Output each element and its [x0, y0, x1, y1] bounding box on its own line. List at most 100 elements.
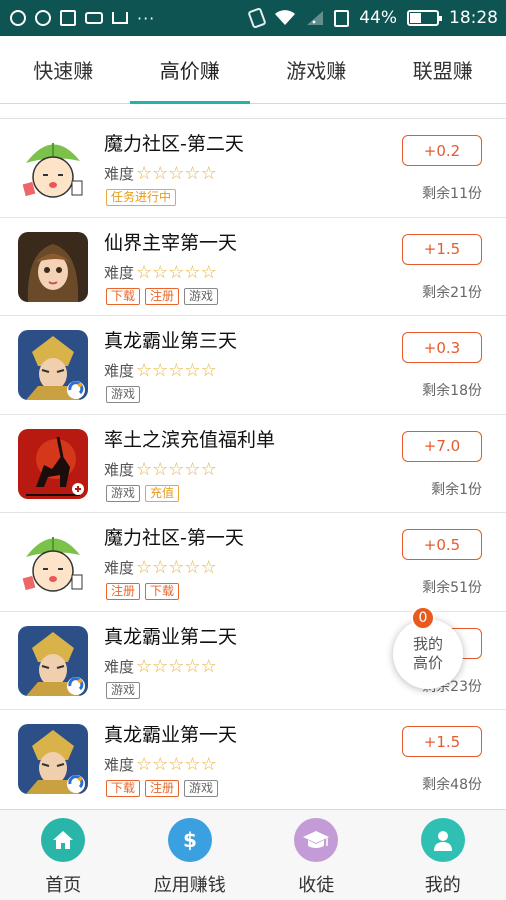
task-title: 魔力社区-第二天 [104, 133, 244, 155]
task-tags: 游戏 [106, 681, 141, 699]
floating-count-badge: 0 [411, 606, 435, 630]
bottom-nav: 首页 $ 应用赚钱 收徒 我的 [0, 809, 506, 900]
girl-portrait-icon [18, 231, 88, 302]
difficulty-stars-icon: ☆☆☆☆☆ [136, 458, 217, 480]
difficulty-row: 难度 ☆☆☆☆☆ [104, 262, 217, 283]
warrior-icon [18, 625, 88, 696]
remaining-count: 剩余51份 [422, 580, 482, 596]
nav-apprentice[interactable]: 收徒 [253, 810, 380, 900]
notification-icons: ··· [10, 9, 155, 28]
task-tags: 游戏 [106, 386, 141, 403]
task-tag: 充值 [145, 484, 180, 502]
task-list-item[interactable]: 魔力社区-第一天 难度 ☆☆☆☆☆ 注册 下载 +0.5 剩余51份 [0, 513, 506, 612]
task-title: 仙界主宰第一天 [104, 231, 238, 254]
task-list-item[interactable]: 仙界主宰第一天 难度 ☆☆☆☆☆ 下载 注册 游戏 +1.5 剩余21份 [0, 217, 506, 316]
clock: 18:28 [449, 8, 498, 28]
task-list-item[interactable]: 率土之滨充值福利单 难度 ☆☆☆☆☆ 游戏 充值 +7.0 剩余1份 [0, 414, 506, 513]
task-tag: 注册 [145, 780, 180, 797]
difficulty-label: 难度 [104, 263, 135, 282]
reward-button[interactable]: +0.2 [402, 135, 482, 166]
reward-button[interactable]: +1.5 [402, 233, 482, 265]
tab-quick-earn[interactable]: 快速赚 [0, 36, 127, 103]
difficulty-row: 难度 ☆☆☆☆☆ [104, 754, 217, 775]
battery-percent: 44% [359, 8, 397, 28]
task-tag: 注册 [106, 583, 141, 600]
remaining-count: 剩余48份 [422, 777, 482, 793]
nav-label: 首页 [45, 875, 82, 896]
reward-button[interactable]: +1.5 [402, 726, 482, 757]
image-notification-icon [60, 10, 76, 26]
task-title: 真龙霸业第三天 [104, 330, 238, 352]
remaining-count: 剩余1份 [431, 481, 482, 498]
home-icon [41, 818, 86, 862]
tab-bar: 快速赚 高价赚 游戏赚 联盟赚 [0, 36, 506, 104]
task-list-item[interactable]: 真龙霸业第三天 难度 ☆☆☆☆☆ 游戏 +0.3 剩余18份 [0, 316, 506, 415]
difficulty-stars-icon: ☆☆☆☆☆ [136, 163, 217, 184]
difficulty-row: 难度 ☆☆☆☆☆ [104, 557, 217, 578]
keyboard-notification-icon [85, 12, 103, 24]
difficulty-label: 难度 [104, 460, 135, 479]
task-tag: 任务进行中 [106, 189, 177, 206]
nav-home[interactable]: 首页 [0, 810, 127, 900]
task-tags: 下载 注册 游戏 [106, 287, 219, 305]
task-tag: 游戏 [184, 780, 219, 797]
status-bar: ··· 44% 18:28 [0, 0, 506, 36]
task-tag: 游戏 [106, 484, 141, 502]
vibrate-icon [247, 7, 267, 29]
more-notifications-icon: ··· [137, 8, 156, 28]
nav-mine[interactable]: 我的 [380, 810, 506, 900]
task-tags: 注册 下载 [106, 583, 180, 600]
nav-app-earn[interactable]: $ 应用赚钱 [127, 810, 254, 900]
warrior-icon [18, 330, 88, 400]
task-tags: 任务进行中 [106, 189, 177, 206]
tab-high-price-earn[interactable]: 高价赚 [127, 36, 254, 104]
task-list-item[interactable]: 真龙霸业第一天 难度 ☆☆☆☆☆ 下载 注册 游戏 +1.5 剩余48份 [0, 710, 506, 808]
wifi-icon [274, 10, 296, 26]
difficulty-label: 难度 [104, 657, 135, 676]
difficulty-stars-icon: ☆☆☆☆☆ [136, 261, 217, 283]
nav-label: 应用赚钱 [153, 875, 226, 896]
difficulty-stars-icon: ☆☆☆☆☆ [136, 557, 217, 578]
task-list-item[interactable]: 魔力社区-第二天 难度 ☆☆☆☆☆ 任务进行中 +0.2 剩余11份 [0, 119, 506, 218]
reward-button[interactable]: +0.5 [402, 529, 482, 560]
tab-game-earn[interactable]: 游戏赚 [253, 36, 380, 103]
task-tag: 下载 [106, 287, 141, 305]
difficulty-row: 难度 ☆☆☆☆☆ [104, 656, 217, 677]
warrior-icon [18, 724, 88, 794]
camera-notification-icon [35, 10, 51, 26]
task-title: 魔力社区-第一天 [104, 527, 244, 549]
task-tag: 下载 [145, 583, 180, 600]
dollar-icon: $ [167, 818, 212, 862]
my-high-price-button[interactable]: 我的 高价 [393, 619, 463, 689]
task-title: 真龙霸业第二天 [104, 625, 238, 648]
difficulty-label: 难度 [104, 559, 135, 577]
sim-icon [334, 9, 350, 27]
floating-label-line1: 我的 [412, 635, 443, 653]
task-tag: 游戏 [184, 287, 219, 305]
reward-button[interactable]: +7.0 [402, 430, 482, 462]
difficulty-label: 难度 [104, 165, 135, 183]
battery-icon [407, 10, 442, 26]
leaf-kid-icon [18, 133, 88, 203]
remaining-count: 剩余11份 [422, 186, 482, 202]
task-title: 率土之滨充值福利单 [104, 428, 276, 451]
task-tags: 游戏 充值 [106, 484, 180, 502]
difficulty-label: 难度 [104, 756, 135, 774]
user-icon [420, 818, 465, 862]
difficulty-row: 难度 ☆☆☆☆☆ [104, 459, 217, 480]
difficulty-stars-icon: ☆☆☆☆☆ [136, 655, 217, 677]
difficulty-stars-icon: ☆☆☆☆☆ [136, 360, 217, 381]
reward-button[interactable]: +0.3 [402, 332, 482, 363]
task-title: 真龙霸业第一天 [104, 724, 238, 746]
nav-label: 我的 [424, 875, 461, 896]
task-tag: 下载 [106, 780, 141, 797]
task-tag: 注册 [145, 287, 180, 305]
task-list[interactable]: 魔力社区-第二天 难度 ☆☆☆☆☆ 任务进行中 +0.2 剩余11份 仙界主宰第一天 难度 ☆☆… [0, 118, 506, 808]
tab-alliance-earn[interactable]: 联盟赚 [380, 36, 506, 103]
difficulty-row: 难度 ☆☆☆☆☆ [104, 163, 217, 184]
difficulty-row: 难度 ☆☆☆☆☆ [104, 360, 217, 381]
floating-label-line2: 高价 [412, 654, 443, 672]
difficulty-label: 难度 [104, 362, 135, 380]
difficulty-stars-icon: ☆☆☆☆☆ [136, 754, 217, 775]
app-notification-icon [10, 10, 26, 26]
